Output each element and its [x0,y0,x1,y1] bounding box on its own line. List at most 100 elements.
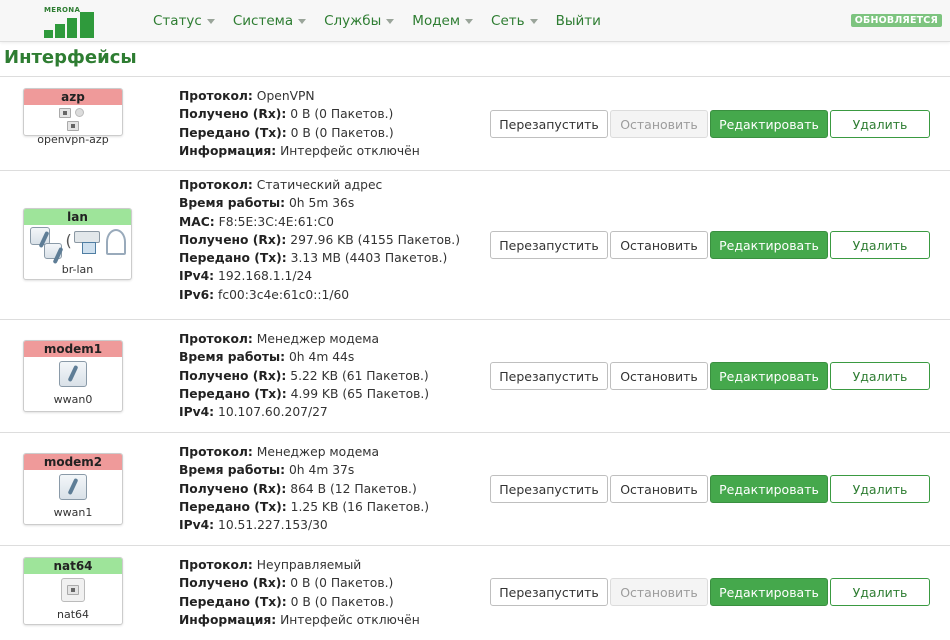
delete-button[interactable]: Удалить [830,110,930,138]
interface-actions: Перезапустить Остановить Редактировать У… [490,362,932,390]
stop-button[interactable]: Остановить [610,475,708,503]
interface-actions: Перезапустить Остановить Редактировать У… [490,110,932,138]
info-line: Протокол: Менеджер модема [179,330,429,348]
edit-button[interactable]: Редактировать [710,475,828,503]
interface-actions: Перезапустить Остановить Редактировать У… [490,231,932,259]
interface-name: modem2 [24,454,122,470]
info-value: 0 B (0 Пакетов.) [290,107,394,122]
interface-actions: Перезапустить Остановить Редактировать У… [490,475,932,503]
menu-logout[interactable]: Выйти [556,13,601,29]
menu-services-label: Службы [324,13,382,29]
bracket-icon: ( [65,231,72,250]
caret-down-icon [465,18,474,24]
menu-network-label: Сеть [491,13,525,29]
info-label: Информация: [179,612,277,627]
info-value: 5.22 KB (61 Пакетов.) [290,368,429,383]
info-value: Менеджер модема [256,445,380,459]
info-line: Получено (Rx): 0 B (0 Пакетов.) [179,574,420,592]
stop-button[interactable]: Остановить [610,231,708,259]
info-line: Передано (Tx): 0 B (0 Пакетов.) [179,124,420,142]
interface-row-azp: azp openvpn-azp Протокол: OpenVPN Получе… [0,76,950,170]
info-line: Время работы: 0h 4m 44s [179,348,429,366]
info-line: IPv6: fc00:3c4e:61c0::1/60 [179,286,460,304]
monitor-icon [81,242,96,254]
restart-button[interactable]: Перезапустить [490,362,608,390]
info-label: Передано (Tx): [179,125,287,140]
info-line: Получено (Rx): 864 B (12 Пакетов.) [179,480,429,498]
info-value: 0 B (0 Пакетов.) [290,125,394,140]
interface-info: Протокол: Менеджер модема Время работы: … [179,330,429,421]
logo-bar [67,18,77,38]
port-icon [67,585,79,595]
restart-button[interactable]: Перезапустить [490,110,608,138]
info-label: Протокол: [179,178,253,192]
menu-status[interactable]: Статус [153,13,215,29]
menu-network[interactable]: Сеть [491,13,538,29]
menu-modem[interactable]: Модем [412,13,474,29]
modem-icon [57,357,89,393]
ethernet-adapter-icon [43,243,62,259]
interface-name: nat64 [24,558,122,574]
info-value: Интерфейс отключён [280,612,420,627]
interface-info: Протокол: Неуправляемый Получено (Rx): 0… [179,556,420,629]
info-value: Менеджер модема [256,332,380,346]
restart-button[interactable]: Перезапустить [490,578,608,606]
menu-system[interactable]: Система [233,13,307,29]
port-icon [59,108,71,118]
interface-row-modem2: modem2 wwan1 Протокол: Менеджер модема В… [0,432,950,545]
logo-text: MERONA [44,6,81,14]
info-label: Время работы: [179,196,286,211]
info-label: IPv4: [179,518,215,533]
delete-button[interactable]: Удалить [830,231,930,259]
interface-info: Протокол: OpenVPN Получено (Rx): 0 B (0 … [179,87,420,160]
update-status-badge: ОБНОВЛЯЕТСЯ [850,14,942,27]
edit-button[interactable]: Редактировать [710,231,828,259]
info-value: F8:5E:3C:4E:61:C0 [218,214,334,229]
port-icon [67,121,79,131]
info-line: Получено (Rx): 5.22 KB (61 Пакетов.) [179,367,429,385]
info-line: IPv4: 192.168.1.1/24 [179,267,460,285]
modem-icon [57,470,89,506]
info-value: 0h 4m 44s [288,350,355,365]
caret-down-icon [529,18,538,24]
info-label: Информация: [179,143,277,158]
info-label: Передано (Tx): [179,251,287,266]
edit-button[interactable]: Редактировать [710,362,828,390]
info-label: Время работы: [179,350,286,365]
menu-logout-label: Выйти [555,13,601,29]
info-value: 297.96 KB (4155 Пакетов.) [290,232,461,247]
interface-badge-lan: lan ( br-lan [23,208,132,280]
restart-button[interactable]: Перезапустить [490,475,608,503]
interface-row-lan: lan ( br-lan Протокол: Статический адрес… [0,170,950,319]
info-line: Протокол: OpenVPN [179,87,420,105]
bridge-icon: ( [28,225,128,263]
interface-badge-azp: azp openvpn-azp [23,88,123,146]
delete-button[interactable]: Удалить [830,475,930,503]
delete-button[interactable]: Удалить [830,362,930,390]
interface-row-nat64: nat64 nat64 Протокол: Неуправляемый Полу… [0,545,950,639]
caret-down-icon [298,18,307,24]
stop-button[interactable]: Остановить [610,362,708,390]
menu-services[interactable]: Службы [324,13,395,29]
edit-button[interactable]: Редактировать [710,578,828,606]
info-value: OpenVPN [256,89,315,103]
info-value: 0h 5m 36s [288,196,355,211]
interface-device: openvpn-azp [37,133,109,146]
info-line: IPv4: 10.51.227.153/30 [179,516,429,534]
info-line: Получено (Rx): 297.96 KB (4155 Пакетов.) [179,231,460,249]
interfaces-table: azp openvpn-azp Протокол: OpenVPN Получе… [0,76,950,639]
info-label: Протокол: [179,445,253,459]
interface-name: modem1 [24,341,122,357]
info-value: 10.107.60.207/27 [218,405,328,420]
info-value: 3.13 MB (4403 Пакетов.) [290,251,448,266]
edit-button[interactable]: Редактировать [710,110,828,138]
restart-button[interactable]: Перезапустить [490,231,608,259]
delete-button[interactable]: Удалить [830,578,930,606]
interface-device: nat64 [56,608,90,621]
interface-device: br-lan [61,263,94,276]
info-label: IPv6: [179,287,215,302]
stop-button: Остановить [610,110,708,138]
info-line: Передано (Tx): 1.25 KB (16 Пакетов.) [179,498,429,516]
interface-badge-modem2: modem2 wwan1 [23,453,123,525]
brand-logo[interactable]: MERONA [40,6,100,38]
